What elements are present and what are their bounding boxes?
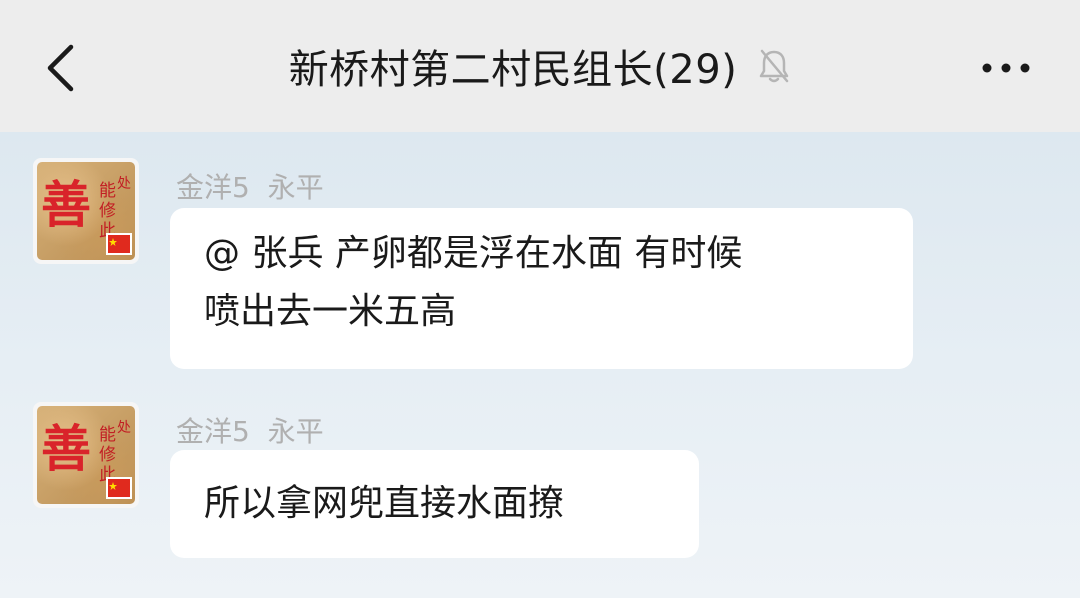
svg-text:处: 处 [117, 420, 131, 436]
back-button[interactable] [38, 40, 82, 96]
message-list[interactable]: 善 能 修 此 处 金洋5 永平 @ 张兵 产卵都是浮在水面 有时候 喷出去一米… [0, 132, 1080, 598]
svg-text:处: 处 [117, 176, 131, 192]
message-bubble[interactable]: @ 张兵 产卵都是浮在水面 有时候 喷出去一米五高 [170, 208, 913, 369]
svg-text:善: 善 [41, 175, 91, 234]
china-flag-icon [106, 233, 132, 255]
bell-muted-icon [757, 47, 791, 85]
more-horizontal-icon [982, 63, 1030, 73]
sender-name: 金洋5 永平 [176, 415, 324, 448]
chat-header: 新桥村第二村民组长(29) [0, 0, 1080, 132]
avatar-image: 善 能 修 此 处 [37, 406, 135, 504]
china-flag-icon [106, 477, 132, 499]
avatar[interactable]: 善 能 修 此 处 [33, 158, 139, 264]
svg-text:善: 善 [41, 419, 91, 478]
svg-text:修: 修 [99, 201, 116, 221]
svg-text:能: 能 [99, 181, 116, 201]
svg-text:能: 能 [99, 425, 116, 445]
message-text: @ 张兵 产卵都是浮在水面 有时候 [204, 233, 743, 274]
avatar-image: 善 能 修 此 处 [37, 162, 135, 260]
svg-text:修: 修 [99, 445, 116, 465]
chat-title: 新桥村第二村民组长(29) [288, 47, 738, 93]
message-bubble[interactable]: 所以拿网兜直接水面撩 [170, 450, 699, 558]
more-button[interactable] [970, 44, 1042, 92]
message-text: 所以拿网兜直接水面撩 [204, 483, 565, 524]
avatar[interactable]: 善 能 修 此 处 [33, 402, 139, 508]
sender-name: 金洋5 永平 [176, 171, 324, 204]
chevron-left-icon [47, 44, 74, 92]
message-text: 喷出去一米五高 [204, 291, 457, 332]
